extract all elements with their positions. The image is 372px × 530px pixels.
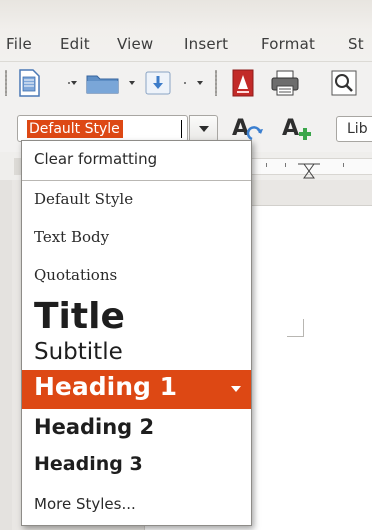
style-option-heading-3[interactable]: Heading 3 [22, 449, 251, 485]
style-option-default-style[interactable]: Default Style [22, 182, 251, 220]
save-dropdown-arrow[interactable] [197, 81, 203, 85]
style-option-label: Default Style [34, 190, 134, 208]
dropdown-dot [68, 82, 70, 84]
chevron-down-icon[interactable] [231, 386, 241, 392]
print-preview-icon[interactable] [331, 70, 357, 96]
print-icon[interactable] [270, 70, 300, 96]
paragraph-style-input[interactable]: Default Style [27, 120, 123, 138]
open-dropdown-arrow[interactable] [129, 81, 135, 85]
style-option-label: Subtitle [34, 339, 123, 365]
style-option-quotations[interactable]: Quotations [22, 258, 251, 296]
ruler-tick [285, 163, 286, 167]
document-left-margin [0, 180, 12, 530]
svg-text:A: A [232, 116, 249, 141]
menu-styles[interactable]: St [348, 35, 364, 53]
style-option-label: Heading 3 [34, 453, 143, 475]
menu-view[interactable]: View [117, 35, 153, 53]
update-style-icon[interactable]: A [230, 113, 264, 143]
style-option-more-styles[interactable]: More Styles... [22, 487, 251, 525]
menu-format[interactable]: Format [261, 35, 315, 53]
chevron-down-icon [199, 126, 209, 132]
text-boundary-corner [287, 319, 304, 337]
menu-edit[interactable]: Edit [60, 35, 90, 53]
style-option-label: Title [34, 296, 125, 337]
text-cursor [181, 120, 182, 138]
style-option-label: More Styles... [34, 495, 136, 513]
new-document-icon[interactable] [17, 69, 41, 97]
style-option-clear-formatting[interactable]: Clear formatting [22, 141, 251, 181]
menu-bar: File Edit View Insert Format St [0, 0, 372, 62]
svg-text:A: A [282, 116, 299, 141]
style-option-label: Clear formatting [34, 150, 158, 168]
style-option-title[interactable]: Title [22, 296, 251, 342]
ruler-tick [266, 163, 267, 167]
style-option-subtitle[interactable]: Subtitle [22, 339, 251, 369]
standard-toolbar [0, 62, 372, 104]
export-pdf-icon[interactable] [232, 69, 254, 97]
toolbar-grip [5, 70, 7, 96]
new-dropdown-arrow[interactable] [71, 81, 77, 85]
paragraph-style-popup: Clear formatting Default Style Text Body… [21, 140, 252, 526]
dropdown-dot [184, 82, 186, 84]
style-option-label: Quotations [34, 266, 118, 284]
style-option-text-body[interactable]: Text Body [22, 220, 251, 258]
style-option-label: Text Body [34, 228, 110, 246]
ruler-tick [343, 163, 344, 167]
new-style-icon[interactable]: A [280, 113, 316, 143]
menu-file[interactable]: File [6, 35, 32, 53]
menu-insert[interactable]: Insert [184, 35, 228, 53]
font-name-combobox[interactable]: Lib [336, 116, 372, 142]
toolbar-separator [215, 70, 217, 96]
style-option-heading-1[interactable]: Heading 1 [22, 370, 251, 409]
style-option-label: Heading 1 [34, 372, 178, 401]
save-icon[interactable] [145, 71, 171, 95]
style-option-label: Heading 2 [34, 415, 155, 439]
open-folder-icon[interactable] [86, 72, 120, 94]
paragraph-style-combobox[interactable]: Default Style [17, 115, 188, 142]
writer-window: File Edit View Insert Format St Default … [0, 0, 372, 530]
paragraph-style-dropdown-button[interactable] [189, 115, 218, 142]
font-name-input[interactable]: Lib [347, 121, 368, 137]
indent-marker-icon[interactable] [298, 163, 320, 179]
style-option-heading-2[interactable]: Heading 2 [22, 411, 251, 449]
